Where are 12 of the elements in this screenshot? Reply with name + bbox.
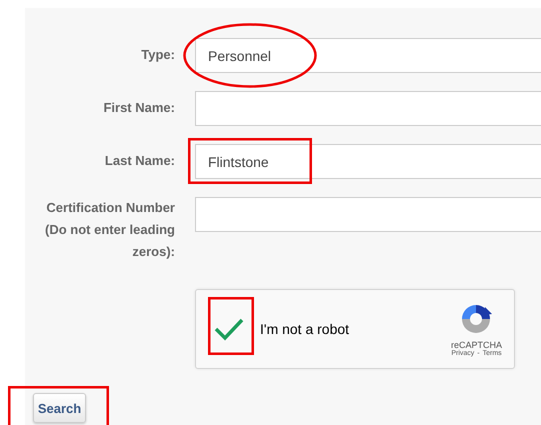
input-field[interactable]: [195, 91, 541, 126]
captcha-label: I'm not a robot: [260, 321, 350, 337]
field-label: Type:: [140, 46, 175, 64]
input-field[interactable]: Flintstone: [195, 144, 541, 179]
captcha-brand: reCAPTCHA: [450, 340, 502, 350]
field-label: Certification Number (Do not enter leading zeros):: [44, 199, 175, 261]
input-field[interactable]: Personnel: [195, 38, 541, 73]
field-label: Last Name:: [104, 152, 175, 170]
input-field[interactable]: [195, 197, 541, 232]
field-label: First Name:: [102, 99, 175, 117]
search-button[interactable]: Search: [33, 393, 86, 423]
checkmark-icon[interactable]: [214, 317, 244, 341]
